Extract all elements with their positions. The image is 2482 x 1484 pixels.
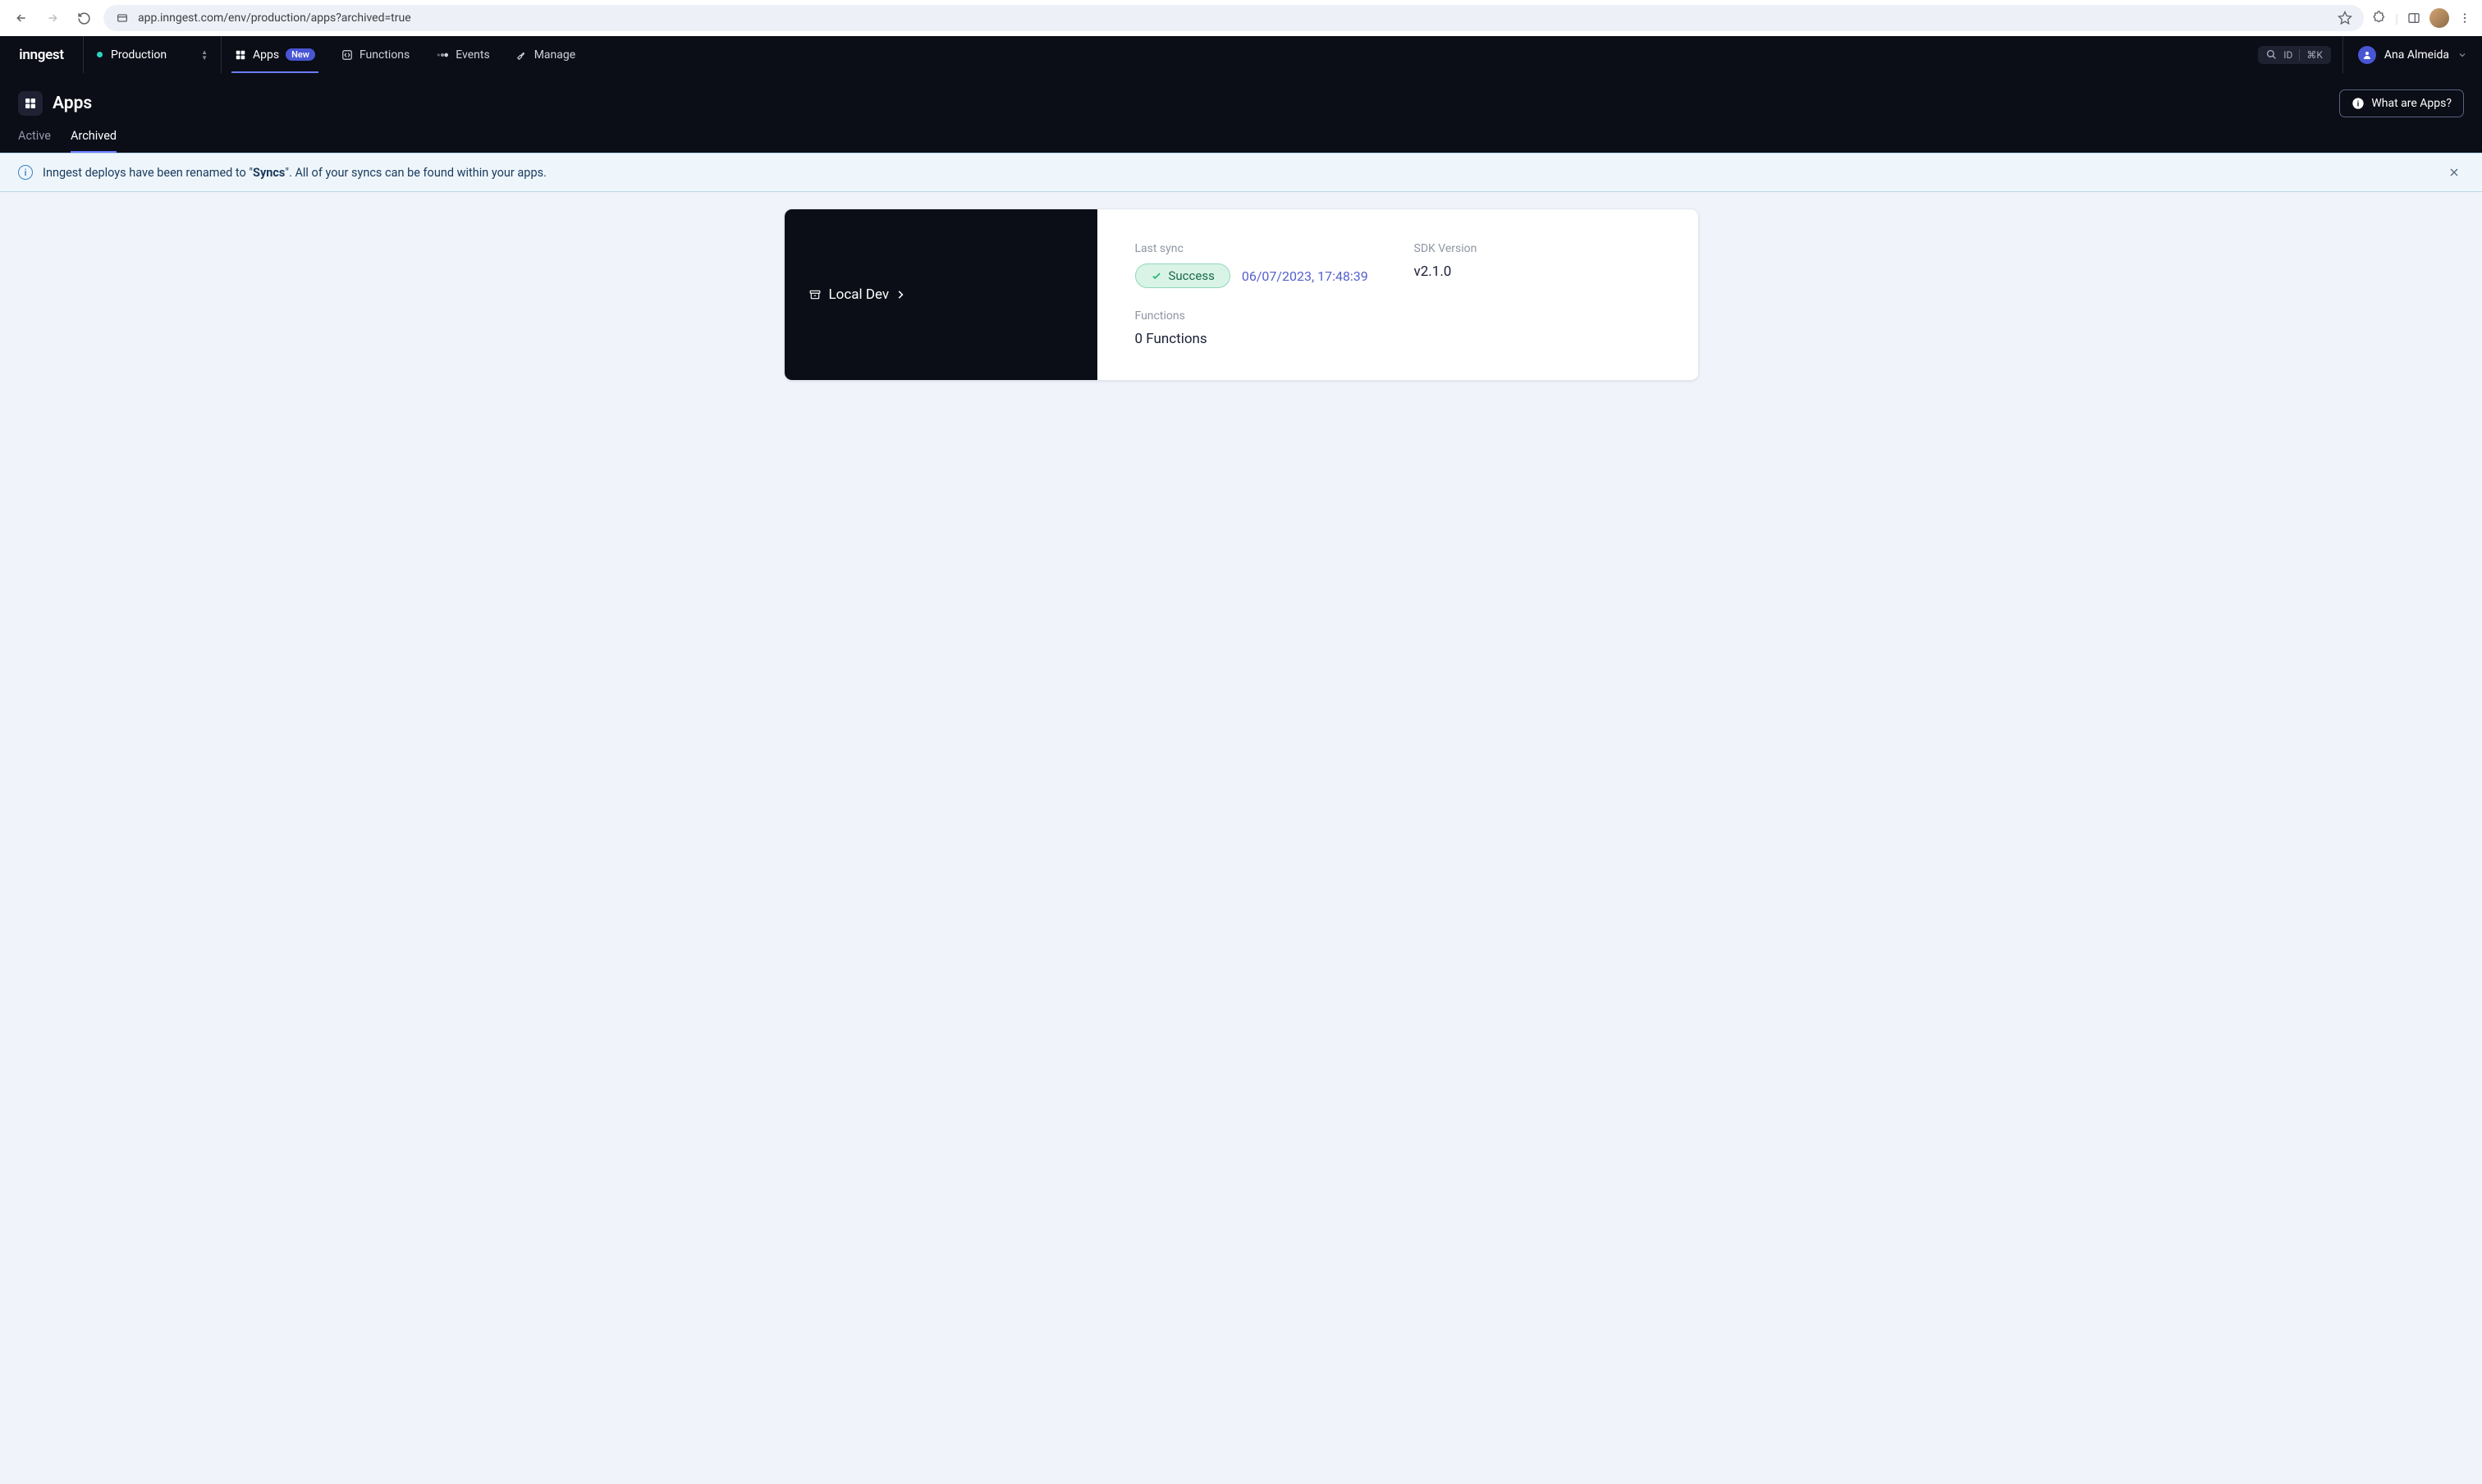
- user-avatar: [2358, 46, 2376, 64]
- user-menu[interactable]: Ana Almeida: [2342, 36, 2482, 73]
- what-are-apps-label: What are Apps?: [2371, 97, 2452, 110]
- nav-apps[interactable]: Apps New: [222, 36, 328, 73]
- last-sync-label: Last sync: [1135, 242, 1381, 255]
- nav-events-label: Events: [456, 48, 489, 62]
- last-sync-field: Last sync Success 06/07/2023, 17:48:39: [1135, 242, 1381, 288]
- user-name: Ana Almeida: [2384, 48, 2449, 62]
- search-kbd: ⌘K: [2306, 49, 2323, 61]
- app-name: Local Dev: [829, 286, 890, 303]
- info-circle-icon: i: [18, 165, 33, 180]
- apps-icon: [18, 91, 43, 116]
- app-card-body: Last sync Success 06/07/2023, 17:48:39 S…: [1097, 209, 1698, 380]
- banner-text: Inngest deploys have been renamed to "Sy…: [43, 166, 2434, 180]
- banner-close-button[interactable]: [2444, 163, 2464, 182]
- page-title: Apps: [53, 94, 92, 113]
- reload-button[interactable]: [72, 7, 95, 30]
- star-icon[interactable]: [2338, 11, 2352, 25]
- chevron-right-icon: [897, 290, 904, 300]
- back-button[interactable]: [10, 7, 33, 30]
- check-icon: [1151, 270, 1162, 282]
- what-are-apps-button[interactable]: i What are Apps?: [2339, 89, 2464, 117]
- search-id-label: ID: [2283, 49, 2292, 61]
- url-bar[interactable]: app.inngest.com/env/production/apps?arch…: [103, 5, 2364, 31]
- functions-field: Functions 0 Functions: [1135, 309, 1381, 347]
- panel-icon[interactable]: [2406, 11, 2421, 25]
- function-icon: [341, 49, 353, 61]
- sdk-version-field: SDK Version v2.1.0: [1414, 242, 1660, 288]
- top-nav: inngest Production ▲▼ Apps New Functions…: [0, 36, 2482, 73]
- functions-count: 0 Functions: [1135, 331, 1381, 347]
- search-trigger[interactable]: ID ⌘K: [2258, 46, 2331, 64]
- archive-icon: [809, 290, 821, 300]
- site-info-icon[interactable]: [115, 11, 130, 25]
- environment-selector[interactable]: Production ▲▼: [84, 36, 222, 73]
- sync-timestamp[interactable]: 06/07/2023, 17:48:39: [1242, 268, 1368, 284]
- chevron-updown-icon: ▲▼: [201, 49, 208, 61]
- browser-chrome: app.inngest.com/env/production/apps?arch…: [0, 0, 2482, 36]
- content-area: Local Dev Last sync Success 06/07/2023, …: [0, 192, 2482, 397]
- tab-active[interactable]: Active: [18, 129, 51, 153]
- nav-events[interactable]: Events: [423, 36, 502, 73]
- brand-logo[interactable]: inngest: [0, 36, 84, 73]
- info-banner: i Inngest deploys have been renamed to "…: [0, 153, 2482, 192]
- functions-label: Functions: [1135, 309, 1381, 323]
- env-name: Production: [111, 48, 193, 62]
- grid-icon: [235, 49, 246, 61]
- nav-functions[interactable]: Functions: [328, 36, 423, 73]
- nav-manage[interactable]: Manage: [503, 36, 588, 73]
- tabs: Active Archived: [18, 129, 2464, 153]
- url-text: app.inngest.com/env/production/apps?arch…: [138, 11, 2329, 25]
- sdk-label: SDK Version: [1414, 242, 1660, 255]
- sdk-version: v2.1.0: [1414, 263, 1660, 280]
- page-header: Apps i What are Apps? Active Archived: [0, 73, 2482, 153]
- profile-avatar[interactable]: [2429, 8, 2449, 28]
- svg-text:i: i: [2357, 99, 2359, 108]
- status-text: Success: [1169, 268, 1215, 283]
- info-icon: i: [2351, 97, 2365, 110]
- env-status-dot: [97, 52, 103, 57]
- nav-functions-label: Functions: [359, 48, 410, 62]
- new-badge: New: [286, 48, 315, 61]
- nav-apps-label: Apps: [253, 48, 279, 62]
- search-icon: [2266, 49, 2277, 60]
- app-card: Local Dev Last sync Success 06/07/2023, …: [784, 208, 1699, 381]
- extensions-icon[interactable]: [2372, 11, 2387, 25]
- chevron-down-icon: [2457, 50, 2467, 60]
- status-badge: Success: [1135, 263, 1230, 288]
- nav-manage-label: Manage: [534, 48, 575, 62]
- menu-icon[interactable]: [2457, 11, 2472, 25]
- events-icon: [436, 50, 449, 60]
- wrench-icon: [516, 49, 528, 61]
- tab-archived[interactable]: Archived: [71, 129, 117, 153]
- forward-button[interactable]: [41, 7, 64, 30]
- app-card-header[interactable]: Local Dev: [785, 209, 1097, 380]
